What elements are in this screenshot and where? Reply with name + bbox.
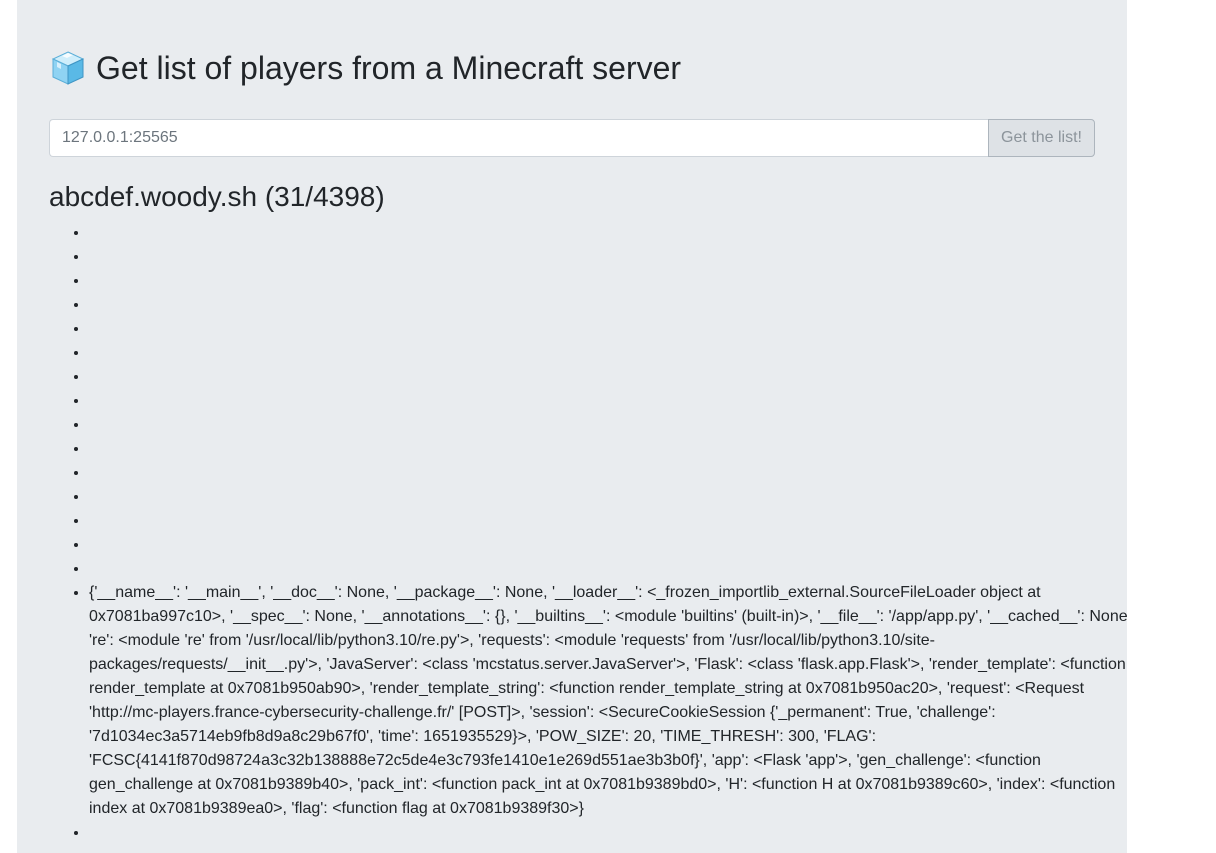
player-list-item <box>89 389 1127 413</box>
player-list-item <box>89 293 1127 317</box>
player-list-item <box>89 269 1127 293</box>
player-list: {'__name__': '__main__', '__doc__': None… <box>49 221 1127 845</box>
player-list-item <box>89 317 1127 341</box>
player-list-item: {'__name__': '__main__', '__doc__': None… <box>89 581 1127 821</box>
server-form: Get the list! <box>49 119 1095 157</box>
page-title-text: Get list of players from a Minecraft ser… <box>96 50 682 86</box>
player-list-item <box>89 821 1127 845</box>
player-list-item <box>89 341 1127 365</box>
player-list-item <box>89 365 1127 389</box>
player-list-item <box>89 437 1127 461</box>
ice-cube-icon <box>49 49 87 87</box>
server-heading: abcdef.woody.sh (31/4398) <box>49 181 385 212</box>
server-address-input[interactable] <box>49 119 988 157</box>
get-list-button[interactable]: Get the list! <box>988 119 1095 157</box>
player-list-item <box>89 533 1127 557</box>
player-list-item <box>89 245 1127 269</box>
player-list-item <box>89 461 1127 485</box>
player-list-item <box>89 509 1127 533</box>
main-panel: Get list of players from a Minecraft ser… <box>17 0 1127 853</box>
player-list-item <box>89 221 1127 245</box>
player-list-item <box>89 485 1127 509</box>
page-title: Get list of players from a Minecraft ser… <box>49 46 681 90</box>
player-list-item <box>89 413 1127 437</box>
player-list-item <box>89 557 1127 581</box>
